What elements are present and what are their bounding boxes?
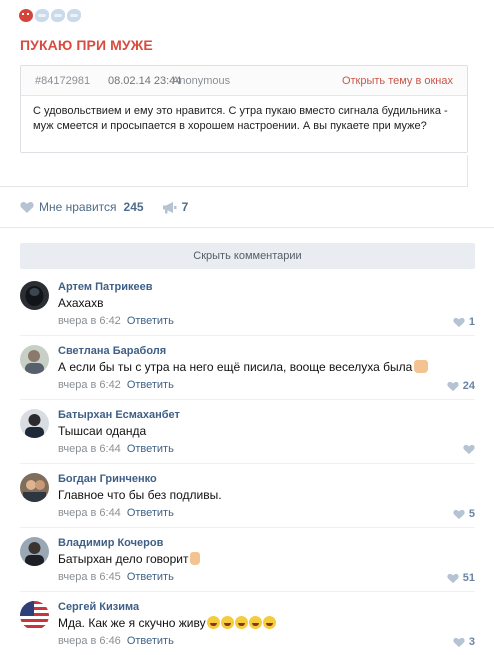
reply-button[interactable]: Ответить [127, 571, 174, 583]
topic-body-text: С удовольствием и ему это нравится. С ут… [33, 105, 448, 132]
comment-author[interactable]: Светлана Бараболя [58, 345, 166, 357]
topic-header: #84172981 08.02.14 23:44 Anonymous Откры… [21, 66, 467, 96]
reply-button[interactable]: Ответить [127, 379, 174, 391]
heart-icon[interactable] [20, 201, 34, 214]
comment-item: Батырхан Есмаханбет Тышсаи оданда вчера … [0, 409, 494, 473]
divider [0, 227, 494, 228]
divider [0, 186, 467, 187]
comment-time[interactable]: вчера в 6:44 [58, 507, 121, 519]
comment-meta: вчера в 6:42 Ответить [58, 379, 174, 391]
laughing-emoji-icon [234, 616, 248, 629]
comment-like-count: 1 [468, 316, 475, 328]
post-actions: Мне нравится 245 7 [20, 199, 188, 215]
comment-like-button[interactable]: 3 [453, 636, 475, 648]
comment-item: Сергей Кизима Мда. Как же я скучно живу … [0, 601, 494, 655]
avatar[interactable] [20, 345, 49, 374]
topic-date: 08.02.14 23:44 [108, 75, 182, 87]
comment-time[interactable]: вчера в 6:42 [58, 379, 121, 391]
comment-item: Артем Патрикеев Ахахахв вчера в 6:42 Отве… [0, 281, 494, 345]
open-topic-link[interactable]: Открыть тему в окнах [342, 75, 453, 87]
divider [20, 527, 475, 528]
reply-button[interactable]: Ответить [127, 507, 174, 519]
comment-text-content: Мда. Как же я скучно живу [58, 616, 206, 630]
wind-emoji-icon [51, 8, 65, 22]
reply-button[interactable]: Ответить [127, 315, 174, 327]
comment-item: Богдан Гринченко Главное что бы без подл… [0, 473, 494, 537]
comment-item: Светлана Бараболя А если бы ты с утра на… [0, 345, 494, 409]
reply-button[interactable]: Ответить [127, 635, 174, 647]
comment-author[interactable]: Владимир Кочеров [58, 537, 163, 549]
divider [467, 155, 468, 187]
comment-time[interactable]: вчера в 6:44 [58, 443, 121, 455]
reply-button[interactable]: Ответить [127, 443, 174, 455]
comment-author[interactable]: Богдан Гринченко [58, 473, 157, 485]
comment-meta: вчера в 6:45 Ответить [58, 571, 174, 583]
comment-like-button[interactable]: 51 [447, 572, 475, 584]
comment-text-content: Батырхан дело говорит [58, 552, 189, 566]
wind-emoji-icon [67, 8, 81, 22]
heart-icon [453, 637, 465, 647]
comment-like-button[interactable]: 1 [453, 316, 475, 328]
laughing-emoji-icon [248, 616, 262, 629]
comment-text: Главное что бы без подливы. [58, 488, 222, 502]
avatar[interactable] [20, 601, 49, 630]
comment-text: Мда. Как же я скучно живу [58, 616, 276, 630]
comment-time[interactable]: вчера в 6:42 [58, 315, 121, 327]
laughing-emoji-icon [220, 616, 234, 629]
megaphone-icon[interactable] [162, 201, 177, 214]
comment-text: Ахахахв [58, 296, 104, 310]
avatar[interactable] [20, 537, 49, 566]
hide-comments-button[interactable]: Скрыть комментарии [20, 243, 475, 269]
comment-author[interactable]: Батырхан Есмаханбет [58, 409, 180, 421]
header-emoji-row [19, 8, 81, 22]
comment-meta: вчера в 6:42 Ответить [58, 315, 174, 327]
laughing-emoji-icon [262, 616, 276, 629]
heart-icon [447, 381, 459, 391]
comment-like-button[interactable]: 5 [453, 508, 475, 520]
comment-item: Владимир Кочеров Батырхан дело говорит в… [0, 537, 494, 601]
divider [20, 591, 475, 592]
comment-author[interactable]: Сергей Кизима [58, 601, 139, 613]
comment-like-button[interactable] [463, 444, 475, 455]
comment-text-content: А если бы ты с утра на него ещё писила, … [58, 360, 413, 374]
devil-emoji-icon [19, 8, 33, 22]
comment-time[interactable]: вчера в 6:46 [58, 635, 121, 647]
comment-author[interactable]: Артем Патрикеев [58, 281, 152, 293]
comment-like-button[interactable]: 24 [447, 380, 475, 392]
comment-meta: вчера в 6:44 Ответить [58, 507, 174, 519]
comment-time[interactable]: вчера в 6:45 [58, 571, 121, 583]
comment-text: А если бы ты с утра на него ещё писила, … [58, 360, 429, 374]
pointing-up-emoji-icon [190, 552, 201, 565]
avatar[interactable] [20, 281, 49, 310]
comment-meta: вчера в 6:44 Ответить [58, 443, 174, 455]
heart-icon [453, 317, 465, 327]
heart-icon [447, 573, 459, 583]
comment-text: Тышсаи оданда [58, 424, 147, 438]
heart-icon [453, 509, 465, 519]
avatar[interactable] [20, 409, 49, 438]
reposts-count: 7 [181, 200, 189, 214]
heart-icon [463, 444, 475, 455]
like-button-label[interactable]: Мне нравится [39, 200, 117, 214]
comment-like-count: 3 [468, 636, 475, 648]
divider [20, 463, 475, 464]
comment-like-count: 24 [462, 380, 475, 392]
comment-meta: вчера в 6:46 Ответить [58, 635, 174, 647]
wind-emoji-icon [35, 8, 49, 22]
divider [20, 335, 475, 336]
topic-quote-box: #84172981 08.02.14 23:44 Anonymous Откры… [20, 65, 468, 153]
topic-id[interactable]: #84172981 [35, 75, 90, 87]
likes-count: 245 [123, 200, 144, 214]
divider [20, 399, 475, 400]
post-title: ПУКАЮ ПРИ МУЖЕ [20, 37, 153, 53]
comment-like-count: 5 [468, 508, 475, 520]
comment-like-count: 51 [462, 572, 475, 584]
avatar[interactable] [20, 473, 49, 502]
thumbs-up-emoji-icon [414, 360, 429, 373]
comment-text: Батырхан дело говорит [58, 552, 201, 566]
laughing-emoji-icon [206, 616, 220, 629]
topic-author: Anonymous [172, 75, 231, 87]
